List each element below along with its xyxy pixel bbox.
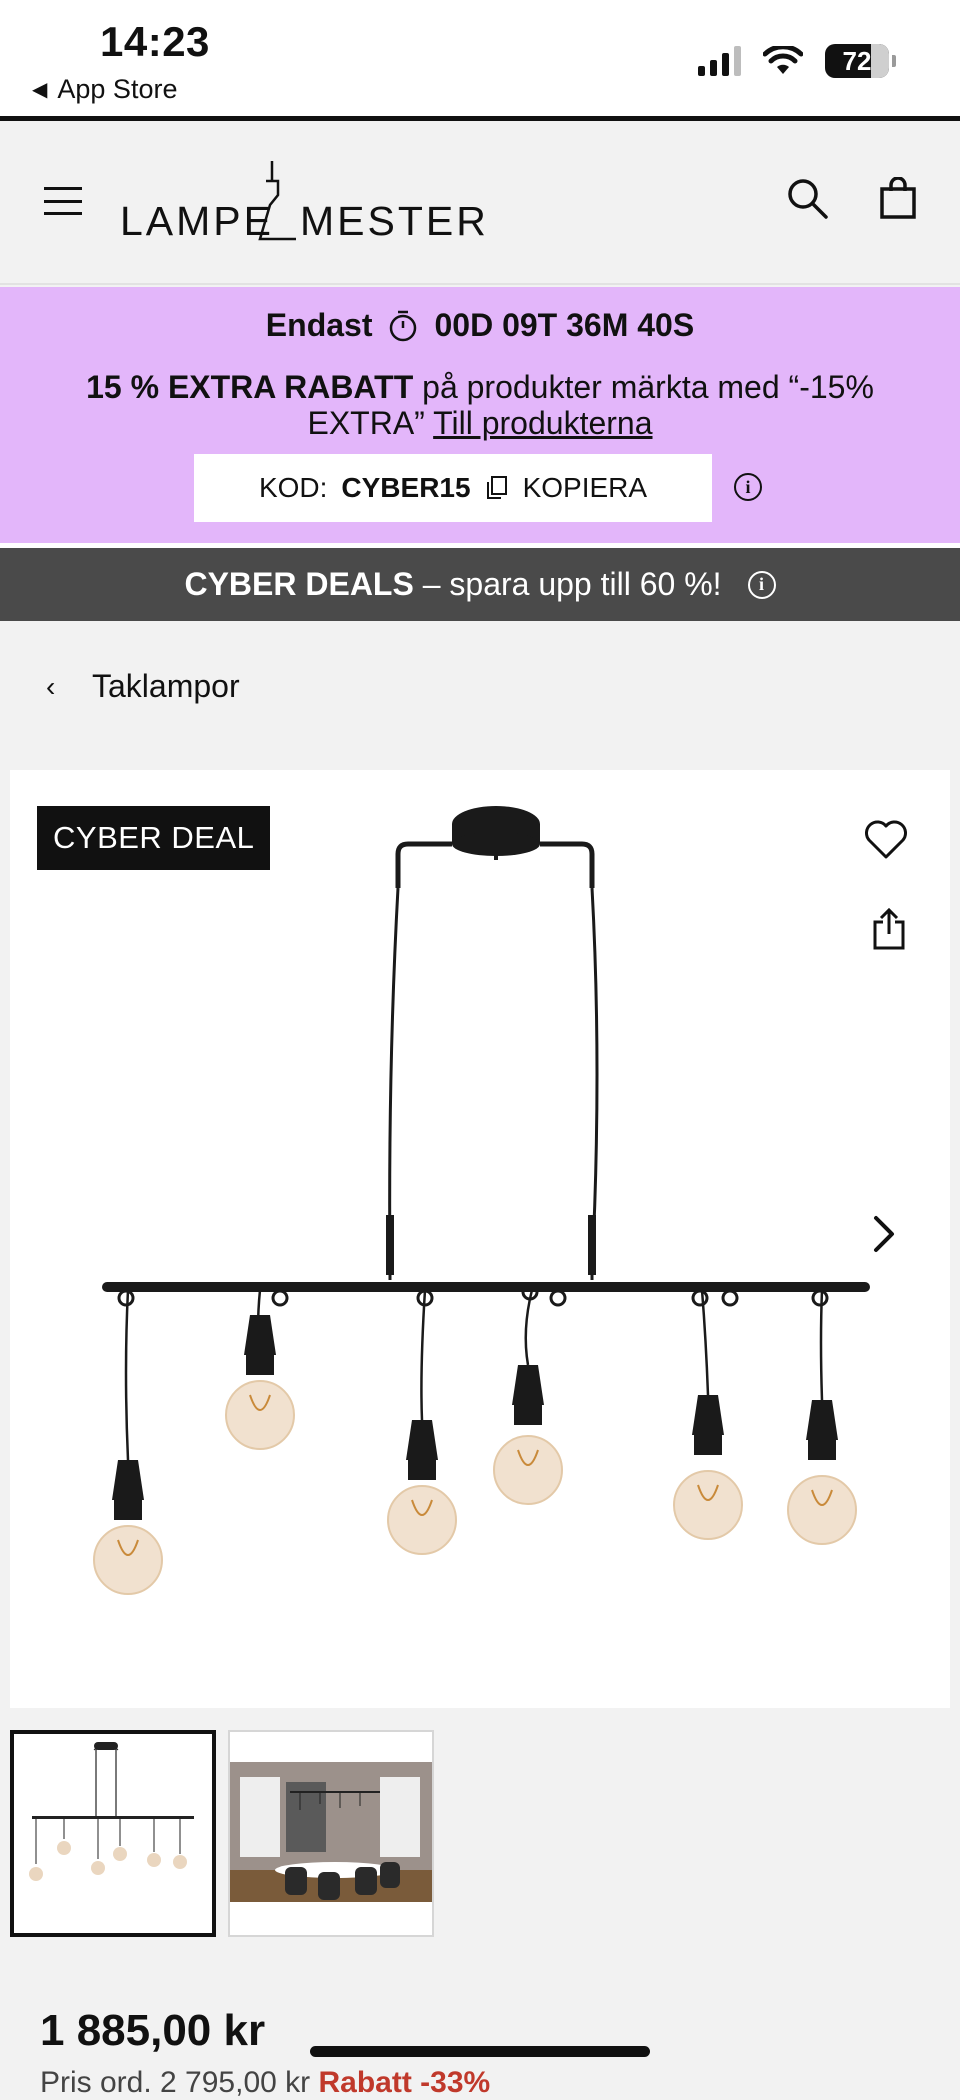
code-value: CYBER15: [341, 472, 471, 503]
countdown: Endast 00D 09T 36M 40S: [0, 307, 960, 344]
header-actions: [786, 177, 916, 219]
menu-icon[interactable]: [44, 187, 82, 215]
thumbnail-strip: [10, 1730, 434, 1937]
breadcrumb[interactable]: ‹ Taklampor: [46, 668, 240, 705]
heart-icon[interactable]: [864, 820, 908, 860]
promo-offer: 15 % EXTRA RABATT på produkter märkta me…: [60, 369, 900, 441]
back-to-app-store[interactable]: ◀ App Store: [32, 74, 177, 105]
search-icon[interactable]: [786, 177, 828, 219]
promo-info-icon[interactable]: i: [734, 473, 762, 501]
breadcrumb-label: Taklampor: [92, 668, 240, 704]
countdown-label: Endast: [265, 307, 373, 343]
share-icon[interactable]: [872, 908, 906, 950]
cyber-deals-bar[interactable]: CYBER DEALS – spara upp till 60 %! i: [0, 548, 960, 621]
countdown-value: 00D 09T 36M 40S: [434, 307, 695, 343]
copy-button[interactable]: KOPIERA: [523, 472, 647, 504]
back-label: App Store: [57, 74, 178, 104]
promo-banner: Endast 00D 09T 36M 40S 15 % EXTRA RABATT…: [0, 287, 960, 543]
status-time: 14:23: [100, 18, 210, 65]
product-image: [93, 806, 870, 1595]
price-original: Pris ord. 2 795,00 kr Rabatt -33%: [40, 2066, 490, 2100]
offer-link[interactable]: Till produkterna: [433, 405, 652, 441]
battery-icon: 72: [825, 44, 896, 78]
discount-code-box[interactable]: KOD: CYBER15 KOPIERA: [194, 454, 712, 522]
home-indicator: [310, 2046, 650, 2057]
battery-level: 72: [842, 45, 872, 76]
chevron-right-icon[interactable]: [872, 1214, 896, 1254]
offer-bold: 15 % EXTRA RABATT: [86, 369, 414, 405]
deals-info-icon[interactable]: i: [747, 570, 776, 599]
thumbnail-room-photo[interactable]: [228, 1730, 434, 1937]
signal-icon: [698, 46, 741, 76]
status-icons: 72: [698, 44, 896, 78]
code-label: KOD:: [258, 472, 328, 503]
stopwatch-icon: [390, 310, 417, 341]
logo[interactable]: LAMPE MESTEREN: [120, 161, 486, 243]
shopping-bag-icon[interactable]: [880, 177, 916, 219]
wifi-icon: [763, 46, 803, 74]
cyber-deal-badge: CYBER DEAL: [37, 806, 271, 870]
price-ordinary: Pris ord. 2 795,00 kr: [40, 2066, 311, 2099]
deals-rest: – spara upp till 60 %!: [413, 566, 722, 602]
product-image-gallery[interactable]: CYBER DEAL: [10, 770, 950, 1708]
status-bar: 14:23 ◀ App Store 72: [0, 0, 960, 116]
product-price: 1 885,00 kr: [40, 2006, 266, 2055]
deals-bold: CYBER DEALS: [184, 566, 414, 602]
chevron-left-icon: ‹: [46, 670, 56, 702]
deals-text: CYBER DEALS – spara upp till 60 %!: [184, 566, 721, 603]
site-header: LAMPE MESTEREN: [0, 121, 960, 285]
svg-text:MESTEREN: MESTEREN: [300, 198, 486, 243]
svg-text:LAMPE: LAMPE: [120, 198, 274, 243]
copy-icon: [486, 476, 507, 499]
price-discount: Rabatt -33%: [318, 2066, 491, 2099]
thumbnail-product-photo[interactable]: [10, 1730, 216, 1937]
logo-mark: LAMPE MESTEREN: [120, 161, 486, 243]
back-triangle-icon: ◀: [32, 79, 48, 101]
